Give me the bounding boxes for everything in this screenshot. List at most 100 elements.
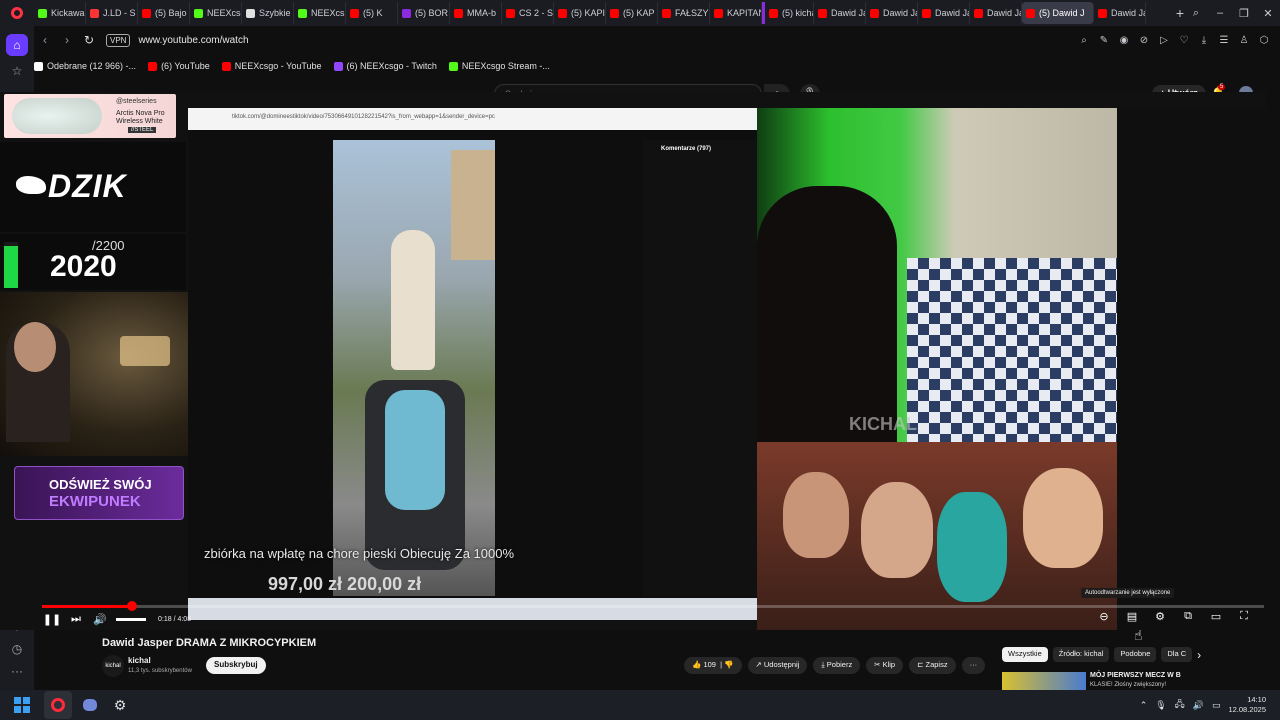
theater-mode-icon[interactable]: ▭	[1204, 610, 1228, 623]
bookmark-item[interactable]: Odebrane (12 966) -...	[34, 61, 136, 71]
bookmark-label: (6) NEEXcsgo - Twitch	[346, 61, 437, 71]
adblock-icon[interactable]: ⊘	[1138, 35, 1150, 46]
subscribe-button[interactable]: Subskrybuj	[206, 657, 266, 674]
browser-tab[interactable]: (5) BOR	[398, 2, 450, 24]
volume-icon[interactable]: 🔊	[88, 613, 112, 626]
browser-tab[interactable]: (5) Dawid J	[1022, 2, 1094, 24]
camera-icon[interactable]: ◉	[1118, 35, 1130, 46]
volume-slider[interactable]	[116, 617, 146, 621]
chips-next-icon[interactable]: ›	[1197, 648, 1201, 662]
url-field[interactable]: www.youtube.com/watch	[138, 35, 1078, 46]
dislike-icon[interactable]: 👎	[724, 660, 733, 669]
browser-tab[interactable]: (5) KAP	[606, 2, 658, 24]
tab-label: NEEXcsg	[207, 8, 242, 18]
bookmark-item[interactable]: NEEXcsgo Stream -...	[448, 61, 550, 71]
browser-tab[interactable]: Dawid Ja	[970, 2, 1022, 24]
browser-tab[interactable]: FAŁSZY	[658, 2, 710, 24]
counter-progress-bar	[4, 242, 18, 288]
windows-start-icon[interactable]	[8, 691, 36, 719]
browser-tab[interactable]: Szybkie	[242, 2, 294, 24]
bookmark-item[interactable]: (6) NEEXcsgo - Twitch	[333, 61, 437, 71]
chip-0[interactable]: Wszystkie	[1002, 647, 1048, 662]
recommendation-thumbnail[interactable]	[1002, 672, 1086, 690]
browser-tab[interactable]: (5) kicha	[762, 2, 814, 24]
pause-button[interactable]: ❚❚	[40, 613, 64, 626]
maximize-button[interactable]: ❐	[1232, 7, 1256, 20]
download-button[interactable]: ⤓ Pobierz	[813, 657, 861, 674]
forward-button[interactable]: ›	[56, 33, 78, 47]
reload-button[interactable]: ↻	[78, 33, 100, 47]
opera-logo-icon[interactable]	[0, 0, 34, 26]
tab-label: Dawid Ja	[987, 8, 1022, 18]
browser-tab[interactable]: NEEXcsg	[190, 2, 242, 24]
browser-tab[interactable]: (5) KAPI	[554, 2, 606, 24]
mic-tray-icon[interactable]: 🎙	[1155, 700, 1166, 711]
opera-taskbar-icon[interactable]	[44, 691, 72, 719]
search-tabs-icon[interactable]: ⌕	[1184, 7, 1208, 20]
browser-tab[interactable]: MMA-b	[450, 2, 502, 24]
sidebar-pin-icon[interactable]: ☆	[0, 64, 34, 78]
close-button[interactable]: ✕	[1256, 7, 1280, 20]
autoplay-toggle[interactable]: ⊖	[1092, 610, 1116, 623]
video-actions: 👍 109 | 👎 ↗ Udostępnij ⤓ Pobierz ✂ Klip …	[684, 657, 986, 674]
chip-1[interactable]: Źródło: kichal	[1052, 647, 1110, 662]
discord-icon[interactable]	[76, 691, 104, 719]
miniplayer-icon[interactable]: ⧉	[1176, 610, 1200, 623]
channel-name[interactable]: kichal	[128, 656, 151, 665]
browser-tab[interactable]: CS 2 - S	[502, 2, 554, 24]
settings-icon[interactable]: ⚙	[1148, 610, 1172, 623]
recommendation-title[interactable]: MÓJ PIERWSZY MECZ W B	[1090, 672, 1181, 679]
tab-favicon-icon	[1026, 8, 1035, 18]
settings-taskbar-icon[interactable]: ⚙	[106, 691, 134, 719]
browser-tab[interactable]: (5) Bajo	[138, 2, 190, 24]
browser-tab[interactable]: Dawid Ja	[1094, 2, 1146, 24]
tab-label: Dawid Ja	[831, 8, 866, 18]
chip-3[interactable]: Dla C	[1161, 647, 1193, 662]
chip-2[interactable]: Podobne	[1114, 647, 1157, 662]
browser-tab[interactable]: Dawid Ja	[918, 2, 970, 24]
browser-tab[interactable]: Dawid Ja	[814, 2, 866, 24]
browser-tab[interactable]: Kickawa	[34, 2, 86, 24]
extensions-icon[interactable]: ⬡	[1258, 35, 1270, 46]
video-progress-bar[interactable]	[42, 601, 1264, 611]
sidebar-history-icon[interactable]: ◷	[0, 642, 34, 656]
save-button[interactable]: ⊏ Zapisz	[909, 657, 956, 674]
browser-tab[interactable]: (5) K	[346, 2, 398, 24]
sidebar-more-icon[interactable]: ···	[0, 664, 34, 678]
share-button[interactable]: ↗ Udostępnij	[747, 657, 808, 674]
vpn-badge[interactable]: VPN	[106, 33, 131, 47]
tray-chevron-icon[interactable]: ⌃	[1140, 700, 1148, 711]
clip-button[interactable]: ✂ Klip	[866, 657, 904, 674]
play-icon[interactable]: ▷	[1158, 35, 1170, 46]
taskbar-clock[interactable]: 14:10 12.08.2025	[1228, 695, 1266, 715]
boar-logo-icon	[16, 176, 46, 194]
sidebar-home-button[interactable]: ⌂	[0, 34, 34, 56]
download-icon[interactable]: ⤓	[1198, 35, 1210, 46]
menu-icon[interactable]: ☰	[1218, 35, 1230, 46]
back-button[interactable]: ‹	[34, 33, 56, 47]
video-player[interactable]: @steelseries Arctis Nova Pro Wireless Wh…	[0, 92, 1266, 630]
minimize-button[interactable]: –	[1208, 7, 1232, 19]
browser-tab[interactable]: KAPITAN	[710, 2, 762, 24]
fullscreen-icon[interactable]: ⛶	[1232, 610, 1256, 623]
like-button[interactable]: 👍 109 | 👎	[684, 657, 742, 674]
channel-avatar[interactable]: kichal	[102, 655, 124, 677]
network-icon[interactable]: 🖧	[1175, 697, 1185, 713]
more-actions-button[interactable]: ···	[961, 657, 986, 674]
bookmark-item[interactable]: (6) YouTube	[148, 61, 210, 71]
heart-icon[interactable]: ♡	[1178, 35, 1190, 46]
browser-tab[interactable]: J.LD - S	[86, 2, 138, 24]
speaker-icon[interactable]: 🔊	[1193, 700, 1204, 711]
edit-icon[interactable]: ✎	[1098, 35, 1110, 46]
profile-icon[interactable]: ♙	[1238, 35, 1250, 46]
browser-tab[interactable]: Dawid Ja	[866, 2, 918, 24]
bookmark-item[interactable]: NEEXcsgo - YouTube	[221, 61, 322, 71]
next-button[interactable]: ⏭	[64, 613, 88, 626]
browser-tab[interactable]: NEEXcs	[294, 2, 346, 24]
battery-icon[interactable]: ▭	[1212, 700, 1221, 711]
search-icon[interactable]: ⌕	[1078, 35, 1090, 46]
sponsor-banner: DZIK	[0, 142, 186, 232]
recommendation-subtitle: KLASIE! Złośny zwiększony!	[1090, 682, 1167, 688]
tab-label: Dawid Ja	[883, 8, 918, 18]
subtitles-icon[interactable]: ▤	[1120, 610, 1144, 623]
